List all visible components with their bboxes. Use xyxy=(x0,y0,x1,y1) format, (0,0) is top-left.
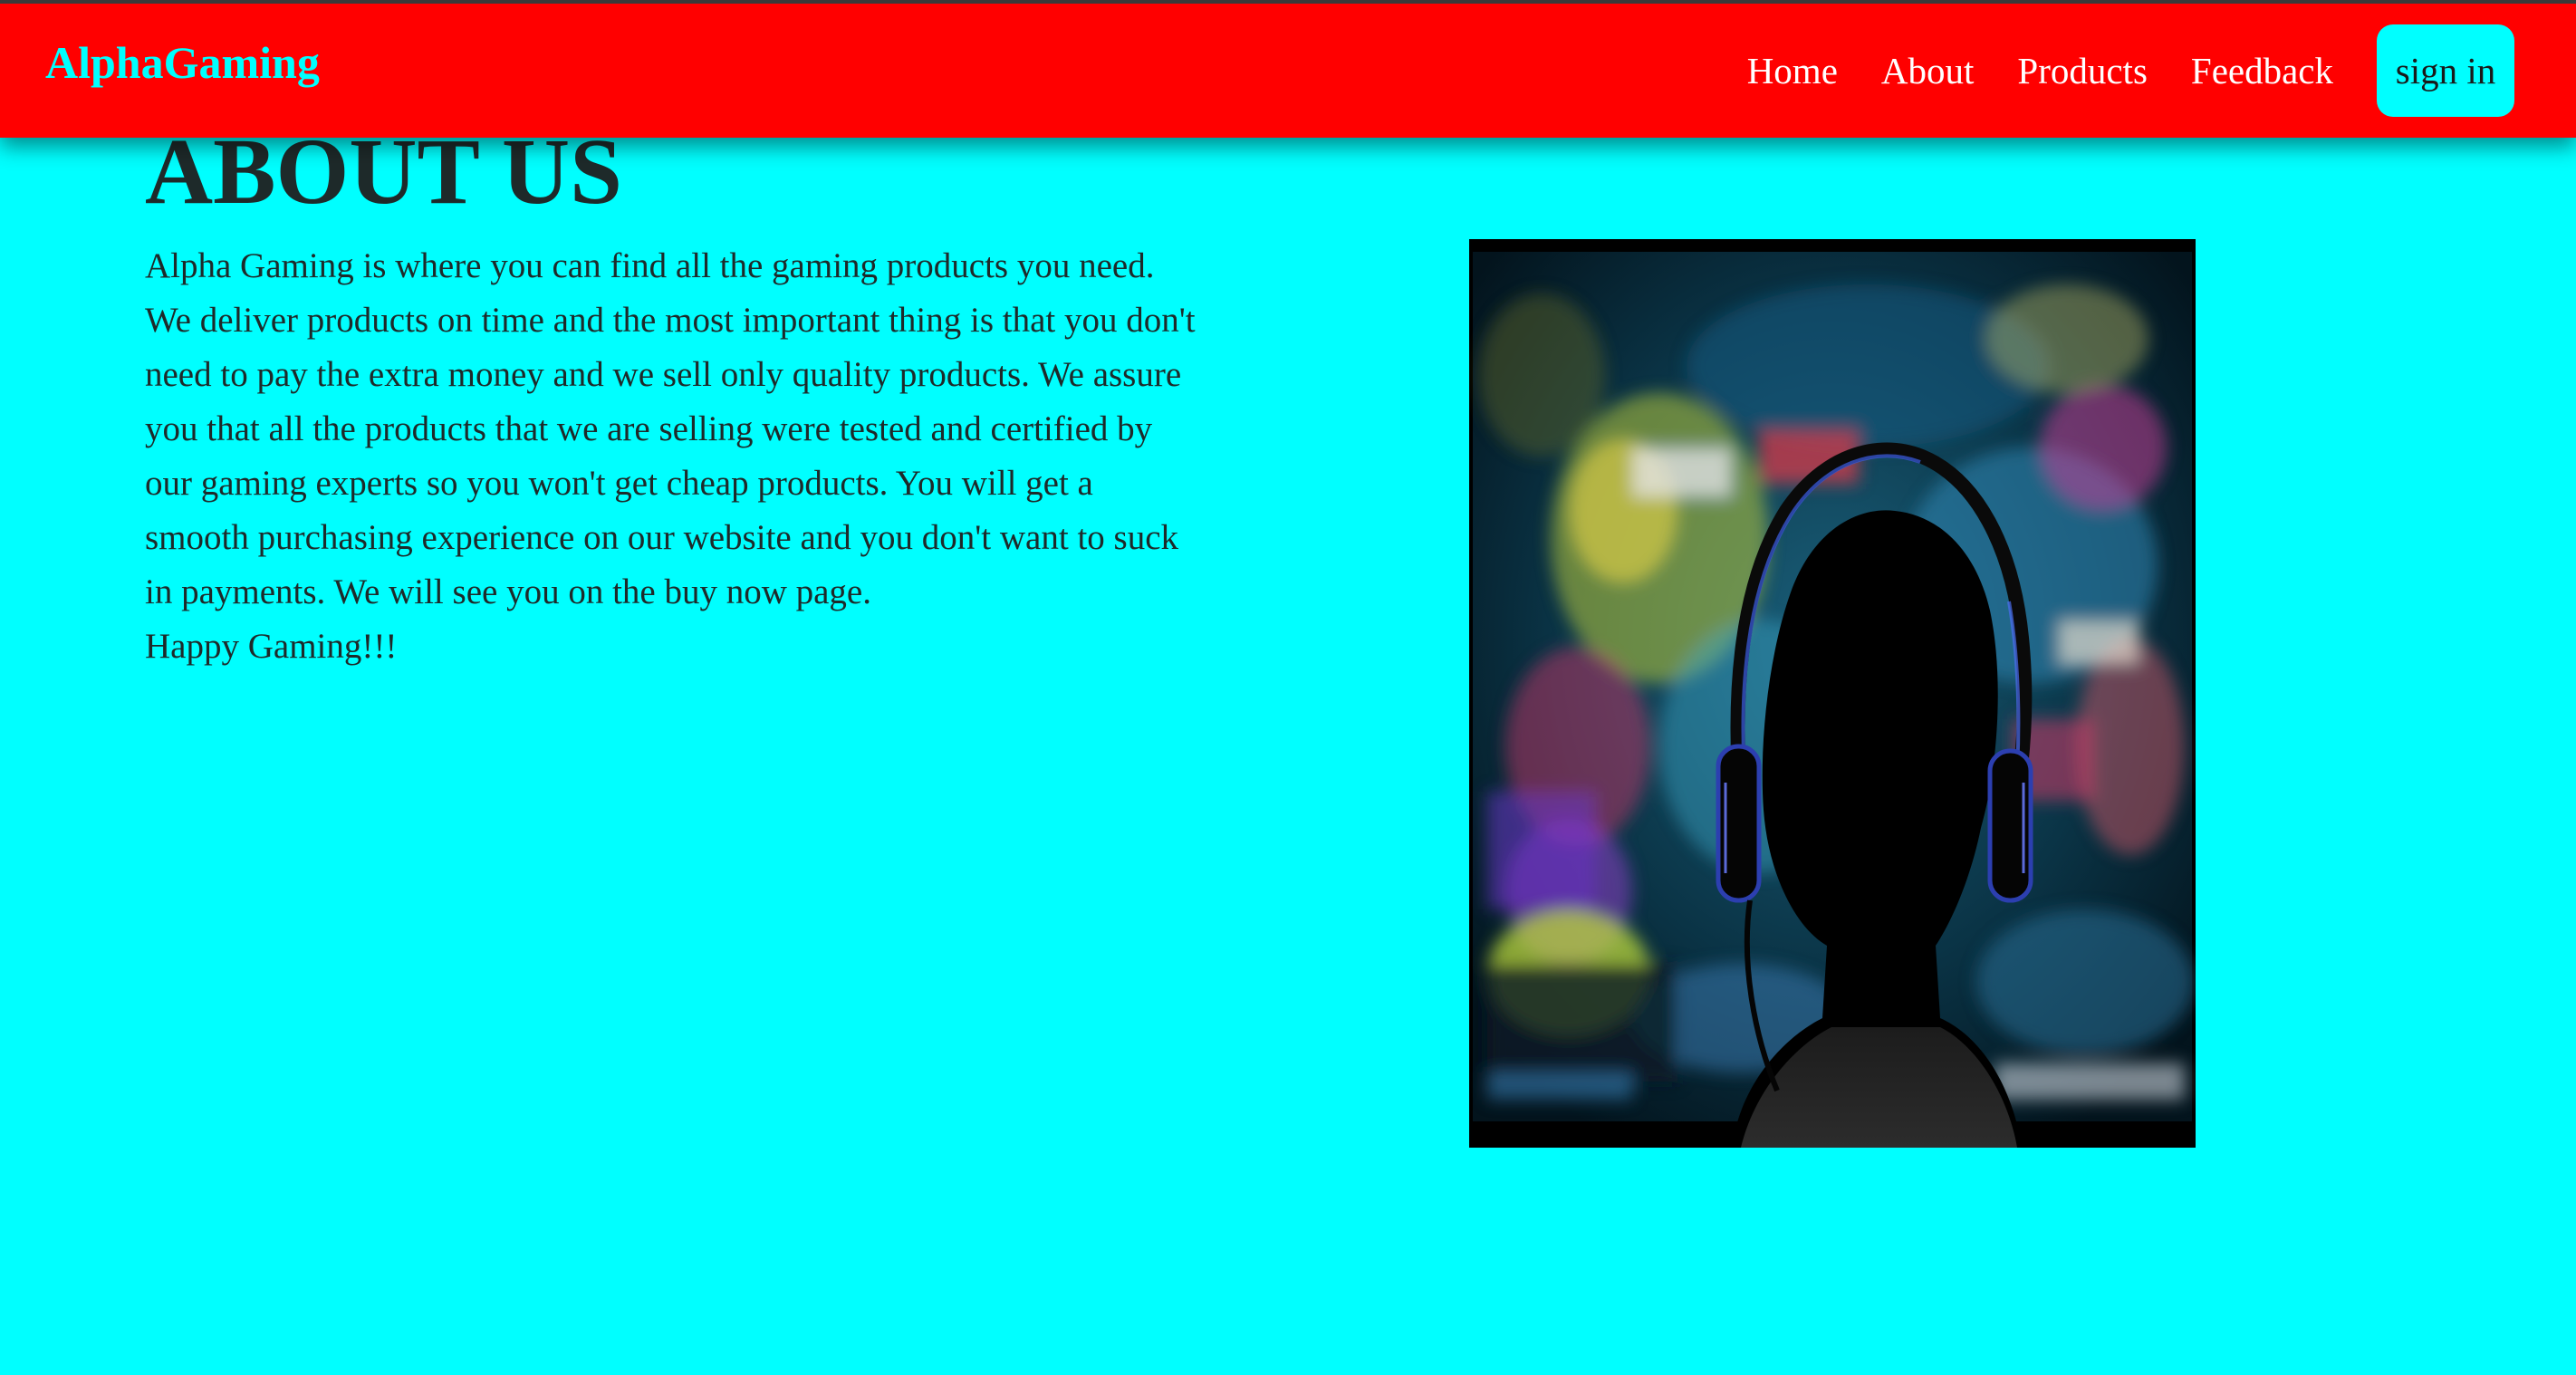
brand-logo[interactable]: AlphaGaming xyxy=(45,40,320,85)
browser-top-strip xyxy=(0,0,2576,4)
page-title: ABOUT US xyxy=(145,120,622,224)
about-closing: Happy Gaming!!! xyxy=(145,627,398,666)
nav-link-about[interactable]: About xyxy=(1881,49,1975,92)
about-description: Alpha Gaming is where you can find all t… xyxy=(145,239,1205,674)
nav-link-products[interactable]: Products xyxy=(2017,49,2148,92)
signin-button[interactable]: sign in xyxy=(2377,24,2514,117)
about-paragraph: Alpha Gaming is where you can find all t… xyxy=(145,246,1196,611)
gamer-photo-art xyxy=(1469,239,2196,1148)
nav-links: Home About Products Feedback sign in xyxy=(1747,4,2576,138)
gamer-photo xyxy=(1469,239,2196,1148)
navbar: AlphaGaming Home About Products Feedback… xyxy=(0,4,2576,138)
nav-link-home[interactable]: Home xyxy=(1747,49,1838,92)
about-page: AlphaGaming Home About Products Feedback… xyxy=(0,0,2576,1375)
nav-link-feedback[interactable]: Feedback xyxy=(2191,49,2333,92)
